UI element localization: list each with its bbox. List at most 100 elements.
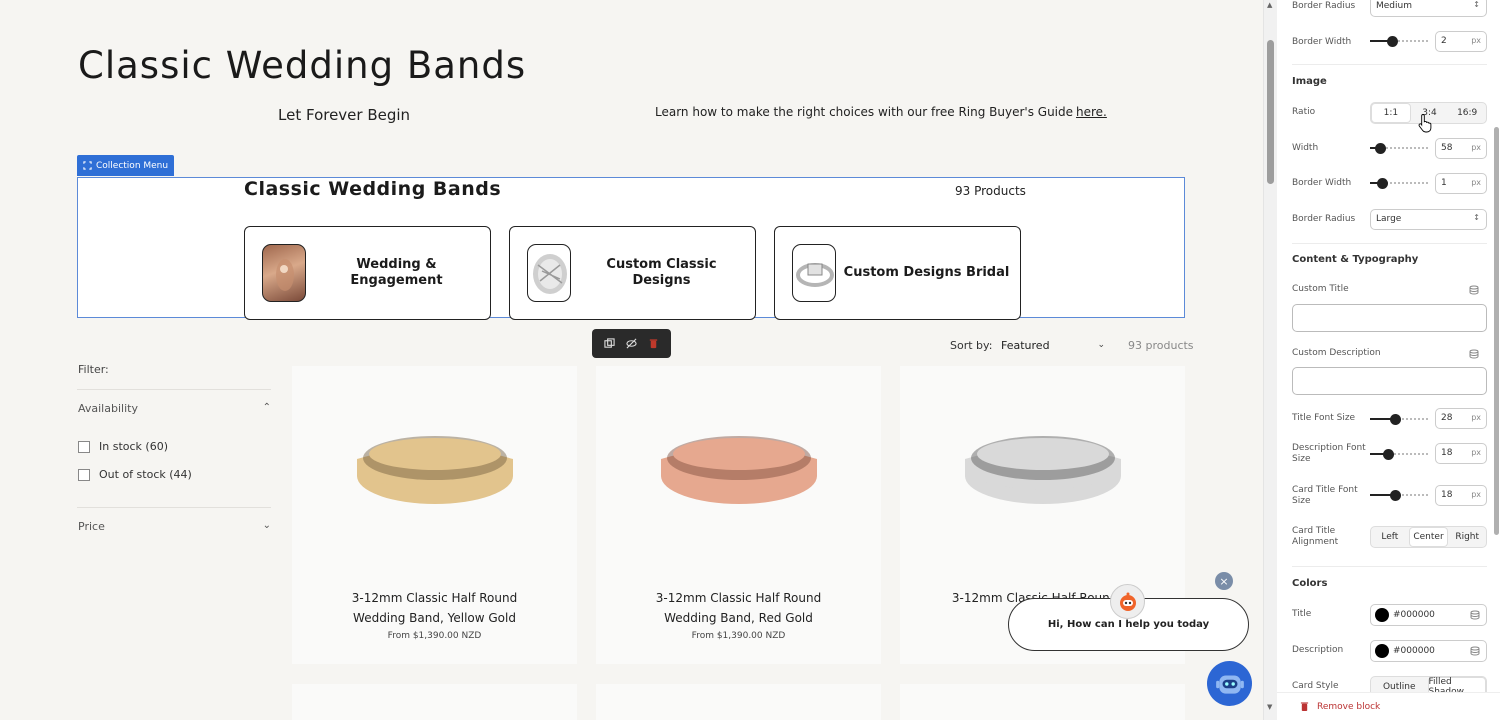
product-card[interactable]: 3-12mm Classic Half Round Wedding Band, R… <box>596 366 881 664</box>
card-style-label: Card Style <box>1292 681 1339 691</box>
title-color-input[interactable]: #000000 <box>1370 604 1487 626</box>
sort-select[interactable]: Featured ⌄ <box>1001 339 1105 352</box>
description-font-size-slider[interactable] <box>1370 449 1430 460</box>
title-color-value: #000000 <box>1393 610 1435 620</box>
collection-card-custom-bridal[interactable]: Custom Designs Bridal <box>774 226 1021 320</box>
card-title-alignment-label: Card Title Alignment <box>1292 526 1339 547</box>
border-width-input[interactable]: 2 px <box>1435 31 1487 52</box>
availability-facet[interactable]: Availability ⌃ <box>78 402 271 415</box>
description-color-label: Description <box>1292 645 1344 655</box>
delete-icon[interactable] <box>647 337 661 351</box>
description-font-size-input[interactable]: 18 px <box>1435 443 1487 464</box>
align-right-option[interactable]: Right <box>1448 527 1486 547</box>
price-facet[interactable]: Price ⌄ <box>78 520 271 533</box>
buyers-guide-link[interactable]: here. <box>1076 105 1107 119</box>
card-title-alignment-segmented[interactable]: Left Center Right <box>1370 526 1487 548</box>
hide-icon[interactable] <box>624 337 638 351</box>
card-title-font-size-slider[interactable] <box>1370 490 1430 501</box>
bot-avatar-icon <box>1110 584 1145 619</box>
scrollbar-thumb[interactable] <box>1494 127 1499 535</box>
image-border-radius-select[interactable]: Large ↕ <box>1370 209 1487 230</box>
unit-label: px <box>1471 178 1481 187</box>
scroll-down-icon[interactable]: ▼ <box>1267 703 1272 711</box>
duplicate-icon[interactable] <box>602 337 616 351</box>
chat-greeting: Hi, How can I help you today <box>1047 619 1210 630</box>
store-preview: Classic Wedding Bands Let Forever Begin … <box>0 0 1262 720</box>
collection-menu-block[interactable]: Classic Wedding Bands 93 Products Weddin… <box>77 177 1185 320</box>
chevron-updown-icon: ↕ <box>1473 213 1480 222</box>
preview-scrollbar[interactable]: ▲ ▼ <box>1263 0 1277 720</box>
divider <box>1292 243 1487 244</box>
divider <box>77 507 271 508</box>
in-stock-checkbox[interactable]: In stock (60) <box>78 440 168 453</box>
custom-title-label: Custom Title <box>1292 284 1349 294</box>
align-center-option[interactable]: Center <box>1408 527 1449 547</box>
database-icon[interactable] <box>1470 610 1480 620</box>
align-left-option[interactable]: Left <box>1371 527 1409 547</box>
title-color-label: Title <box>1292 609 1312 619</box>
scroll-up-icon[interactable]: ▲ <box>1267 1 1272 9</box>
border-width-value: 2 <box>1441 36 1447 46</box>
card-title-font-size-input[interactable]: 18 px <box>1435 485 1487 506</box>
panel-scrollbar[interactable] <box>1493 0 1500 720</box>
title-font-size-input[interactable]: 28 px <box>1435 408 1487 429</box>
collection-card-custom-classic[interactable]: Custom Classic Designs <box>509 226 756 320</box>
robot-icon <box>1215 674 1244 694</box>
database-icon[interactable] <box>1469 285 1479 295</box>
collection-card-label: Wedding & Engagement <box>350 257 443 288</box>
custom-description-input[interactable] <box>1292 367 1487 395</box>
settings-panel: Border Radius Medium ↕ Border Width 2 px I… <box>1277 0 1500 720</box>
chat-close-icon[interactable]: × <box>1215 572 1233 590</box>
image-border-width-slider[interactable] <box>1370 178 1430 189</box>
border-radius-value: Medium <box>1376 1 1412 11</box>
title-font-size-slider[interactable] <box>1370 414 1430 425</box>
scrollbar-thumb[interactable] <box>1267 40 1274 184</box>
product-card[interactable]: 3-12mm Classic Half Round Wedding Band, Y… <box>292 366 577 664</box>
database-icon[interactable] <box>1469 349 1479 359</box>
title-font-size-value: 28 <box>1441 413 1453 423</box>
colors-heading: Colors <box>1292 578 1328 589</box>
product-image <box>661 436 817 504</box>
width-label: Width <box>1292 143 1319 153</box>
card-title-font-size-value: 18 <box>1441 490 1453 500</box>
checkbox[interactable] <box>78 440 90 453</box>
chevron-updown-icon: ↕ <box>1473 0 1480 9</box>
sort-label: Sort by: <box>950 339 993 352</box>
border-width-slider[interactable] <box>1370 36 1430 47</box>
product-card[interactable] <box>292 684 577 720</box>
database-icon[interactable] <box>1470 646 1480 656</box>
out-of-stock-checkbox[interactable]: Out of stock (44) <box>78 468 192 481</box>
custom-title-input[interactable] <box>1292 304 1487 332</box>
border-radius-label: Border Radius <box>1292 1 1356 11</box>
remove-block-label: Remove block <box>1317 701 1381 712</box>
collection-card-image <box>262 244 306 302</box>
ratio-option-1-1[interactable]: 1:1 <box>1371 103 1411 123</box>
card-title-font-size-label: Card Title Font Size <box>1292 485 1358 506</box>
remove-block-button[interactable]: Remove block <box>1277 692 1500 720</box>
chevron-down-icon: ⌄ <box>262 520 271 531</box>
border-radius-select[interactable]: Medium ↕ <box>1370 0 1487 17</box>
width-slider[interactable] <box>1370 143 1430 154</box>
ratio-label: Ratio <box>1292 107 1316 117</box>
product-card[interactable] <box>900 684 1185 720</box>
block-toolbar <box>592 329 671 358</box>
color-swatch[interactable] <box>1375 644 1389 658</box>
ratio-option-16-9[interactable]: 16:9 <box>1448 103 1486 123</box>
hand-cursor-icon <box>1418 114 1432 133</box>
collection-card-wedding-engagement[interactable]: Wedding & Engagement <box>244 226 491 320</box>
product-card[interactable] <box>596 684 881 720</box>
description-font-size-label: Description Font Size <box>1292 443 1366 464</box>
chevron-up-icon: ⌃ <box>262 402 271 413</box>
color-swatch[interactable] <box>1375 608 1389 622</box>
select-frame-icon <box>83 161 92 170</box>
collection-menu-badge[interactable]: Collection Menu <box>77 155 175 176</box>
product-name-line2: Wedding Band, Red Gold <box>664 611 813 625</box>
image-border-width-input[interactable]: 1 px <box>1435 173 1487 194</box>
chat-launcher-button[interactable] <box>1207 661 1252 706</box>
product-price: From $1,390.00 NZD <box>387 631 482 641</box>
width-input[interactable]: 58 px <box>1435 138 1487 159</box>
checkbox[interactable] <box>78 468 90 481</box>
chevron-down-icon: ⌄ <box>1097 340 1105 350</box>
page-title: Classic Wedding Bands <box>78 44 527 87</box>
description-color-input[interactable]: #000000 <box>1370 640 1487 662</box>
